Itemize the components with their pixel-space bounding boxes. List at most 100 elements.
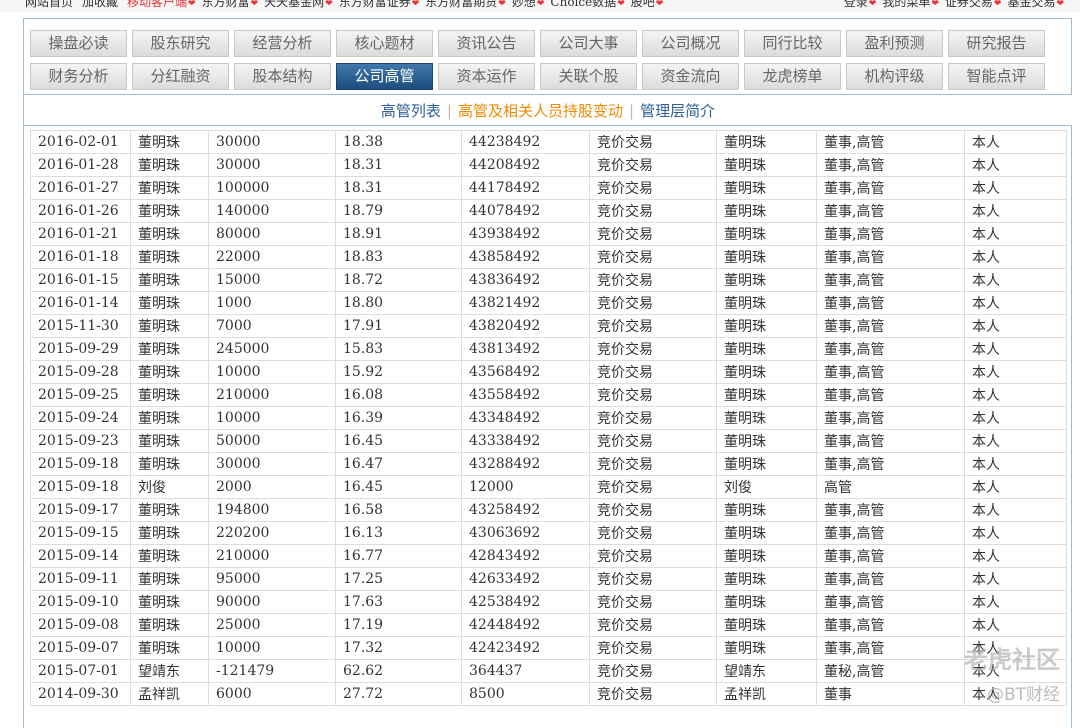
nav-tab[interactable]: 关联个股 xyxy=(540,63,637,90)
topbar-link[interactable]: 网站首页 xyxy=(25,0,73,9)
table-cell: 董明珠 xyxy=(130,567,209,591)
table-cell: 董明珠 xyxy=(716,544,817,568)
table-cell: 董明珠 xyxy=(716,406,817,430)
nav-tab[interactable]: 分红融资 xyxy=(132,63,229,90)
nav-tab[interactable]: 公司大事 xyxy=(540,30,637,57)
table-cell: 董明珠 xyxy=(130,245,209,269)
table-cell: 董明珠 xyxy=(130,636,209,660)
table-cell: 董明珠 xyxy=(130,498,209,522)
topbar-link[interactable]: 登录 xyxy=(844,0,868,9)
table-cell: 董事,高管 xyxy=(816,245,965,269)
table-cell: 董事,高管 xyxy=(816,567,965,591)
nav-tab[interactable]: 同行比较 xyxy=(744,30,841,57)
topbar-link[interactable]: 东方财富证券 xyxy=(339,0,411,9)
subtab-link[interactable]: 管理层简介 xyxy=(640,102,715,120)
sub-tabs: 高管列表 | 高管及相关人员持股变动 | 管理层简介 xyxy=(24,94,1072,126)
chevron-down-icon: ❤ xyxy=(993,0,1002,9)
table-row: 2016-01-26 董明珠 140000 18.79 44078492 竞价交易 董明珠董… xyxy=(30,199,1067,223)
subtab-link[interactable]: 高管列表 xyxy=(381,102,441,120)
nav-tab[interactable]: 财务分析 xyxy=(30,63,127,90)
topbar-link[interactable]: 天天基金网 xyxy=(264,0,324,9)
table-cell: 16.58 xyxy=(335,498,462,522)
top-nav-bar: 网站首页 加收藏 移动客户端❤ 东方财富❤ 天天基金网❤ 东方财富证券❤ 东方财富期货❤ 妙想… xyxy=(0,0,1080,12)
table-cell: 董事,高管 xyxy=(816,429,965,453)
table-cell: 2015-09-11 xyxy=(30,567,131,591)
topbar-link[interactable]: 基金交易 xyxy=(1007,0,1055,9)
table-cell: 43348492 xyxy=(461,406,590,430)
table-cell: 竞价交易 xyxy=(589,360,717,384)
nav-tab[interactable]: 智能点评 xyxy=(948,63,1045,90)
table-cell: 2015-07-01 xyxy=(30,659,131,683)
table-cell: 董明珠 xyxy=(716,199,817,223)
topbar-link[interactable]: 股吧 xyxy=(631,0,655,9)
table-cell: 16.45 xyxy=(335,475,462,499)
table-cell: 2000 xyxy=(208,475,336,499)
table-row: 2015-07-01 望靖东 -121479 62.62 364437 竞价交易 望靖东 董秘… xyxy=(30,659,1067,683)
topbar-link[interactable]: 加收藏 xyxy=(82,0,118,9)
table-cell: 董明珠 xyxy=(130,314,209,338)
table-cell: 刘俊 xyxy=(716,475,817,499)
nav-tab[interactable]: 盈利预测 xyxy=(846,30,943,57)
table-cell: 本人 xyxy=(964,130,1067,154)
nav-tab[interactable]: 资本运作 xyxy=(438,63,535,90)
table-cell: 2015-09-28 xyxy=(30,360,131,384)
table-row: 2016-01-28 董明珠 30000 18.31 44208492 竞价交易 董明珠 董事… xyxy=(30,153,1067,177)
table-cell: 竞价交易 xyxy=(589,659,717,683)
nav-tab[interactable]: 经营分析 xyxy=(234,30,331,57)
table-cell: 董明珠 xyxy=(716,590,817,614)
subtab-link[interactable]: 高管及相关人员持股变动 xyxy=(458,102,623,120)
table-row: 2016-01-18 董明珠 22000 18.83 43858492 竞价交易 董明珠 董事… xyxy=(30,245,1067,269)
table-cell: 董明珠 xyxy=(716,360,817,384)
table-cell: 95000 xyxy=(208,567,336,591)
table-cell: 望靖东 xyxy=(130,659,209,683)
nav-tab[interactable]: 公司高管 xyxy=(336,63,433,90)
table-cell: 2015-09-08 xyxy=(30,613,131,637)
table-cell: 17.19 xyxy=(335,613,462,637)
table-cell: 364437 xyxy=(461,659,590,683)
nav-tab[interactable]: 机构评级 xyxy=(846,63,943,90)
table-cell: 董明珠 xyxy=(716,613,817,637)
table-cell: 43258492 xyxy=(461,498,590,522)
nav-tab[interactable]: 龙虎榜单 xyxy=(744,63,841,90)
table-cell: 董事,高管 xyxy=(816,383,965,407)
nav-tab[interactable]: 资讯公告 xyxy=(438,30,535,57)
nav-tab[interactable]: 研究报告 xyxy=(948,30,1045,57)
table-cell: 董事,高管 xyxy=(816,222,965,246)
topbar-link[interactable]: 妙想 xyxy=(512,0,536,9)
topbar-link[interactable]: 证券交易 xyxy=(945,0,993,9)
nav-tab[interactable]: 核心题材 xyxy=(336,30,433,57)
table-cell: 42538492 xyxy=(461,590,590,614)
table-cell: 竞价交易 xyxy=(589,245,717,269)
chevron-down-icon: ❤ xyxy=(325,0,333,9)
table-cell: 15.83 xyxy=(335,337,462,361)
divider: | xyxy=(629,102,635,120)
table-cell: 竞价交易 xyxy=(589,521,717,545)
table-cell: 18.79 xyxy=(335,199,462,223)
chevron-down-icon: ❤ xyxy=(536,0,545,9)
table-cell: 董事,高管 xyxy=(816,452,965,476)
nav-tab[interactable]: 股东研究 xyxy=(132,30,229,57)
chevron-down-icon: ❤ xyxy=(1056,0,1064,9)
table-cell: 27.72 xyxy=(335,682,462,706)
table-cell: 董事 xyxy=(816,682,965,706)
watermark-logo: 老虎社区 xyxy=(964,646,1060,674)
table-cell: -121479 xyxy=(208,659,336,683)
topbar-link[interactable]: 我的菜单 xyxy=(882,0,930,9)
table-cell: 竞价交易 xyxy=(589,314,717,338)
topbar-link[interactable]: 东方财富 xyxy=(202,0,250,9)
topbar-link[interactable]: Choice数据 xyxy=(550,0,616,9)
nav-tab[interactable]: 资金流向 xyxy=(642,63,739,90)
table-row: 2015-09-17 董明珠 194800 16.58 43258492 竞价交易 董明珠董… xyxy=(30,498,1067,522)
table-cell: 董事,高管 xyxy=(816,314,965,338)
nav-tab[interactable]: 股本结构 xyxy=(234,63,331,90)
topbar-link[interactable]: 移动客户端 xyxy=(127,0,187,9)
table-row: 2015-09-24 董明珠 10000 16.39 43348492 竞价交易 董明珠 董事… xyxy=(30,406,1067,430)
table-cell: 董事,高管 xyxy=(816,291,965,315)
table-cell: 本人 xyxy=(964,268,1067,292)
table-cell: 董明珠 xyxy=(716,498,817,522)
nav-tab[interactable]: 公司概况 xyxy=(642,30,739,57)
table-cell: 董明珠 xyxy=(716,130,817,154)
topbar-link[interactable]: 东方财富期货 xyxy=(425,0,497,9)
table-cell: 194800 xyxy=(208,498,336,522)
nav-tab[interactable]: 操盘必读 xyxy=(30,30,127,57)
